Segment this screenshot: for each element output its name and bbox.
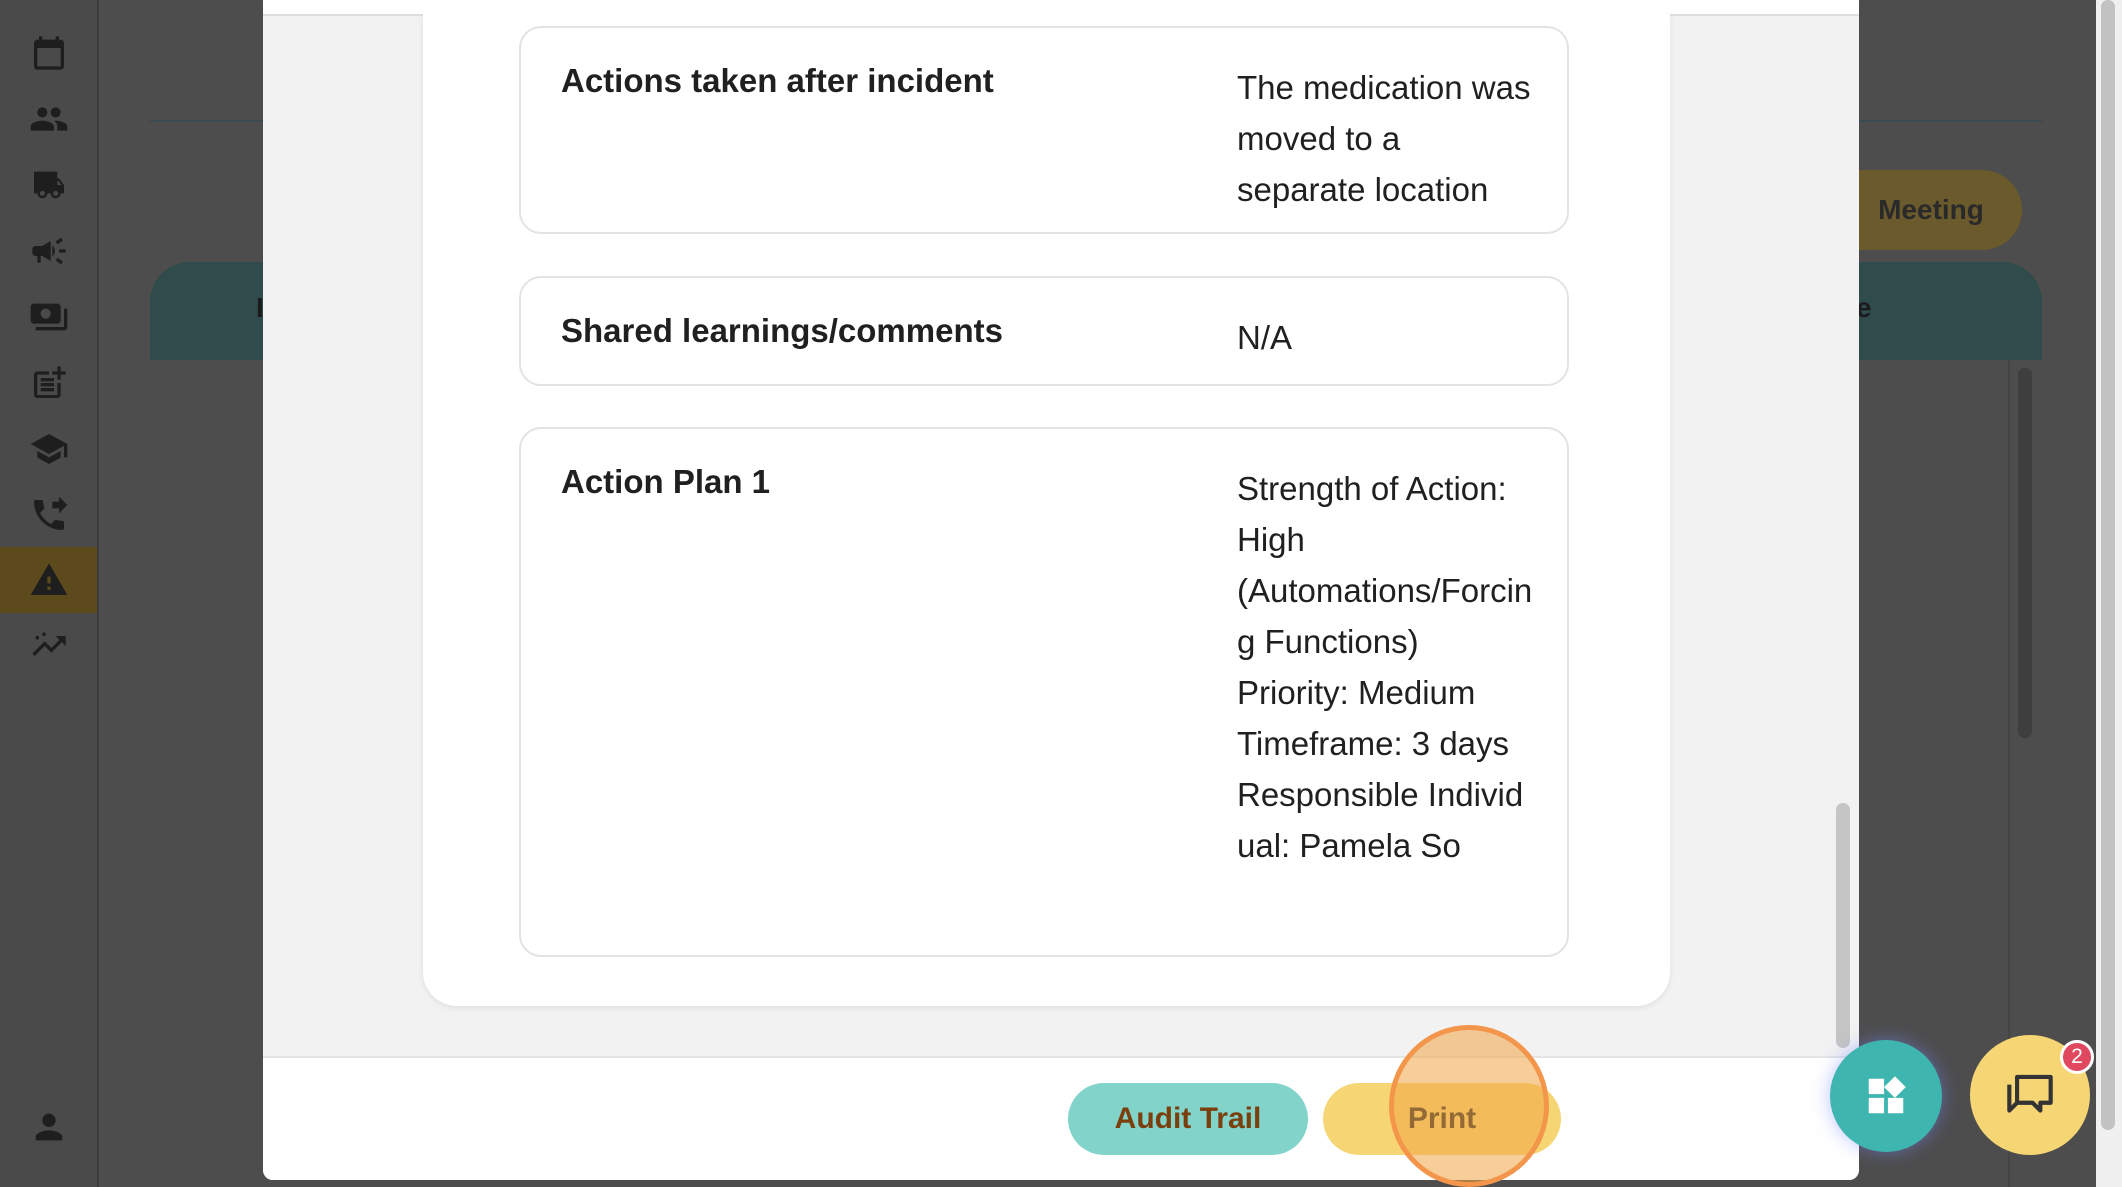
detail-row-action-plan: Action Plan 1 Strength of Action: High (… xyxy=(519,427,1569,957)
note-add-icon xyxy=(33,366,66,398)
calendar-icon xyxy=(33,36,64,70)
sidebar-item-incidents[interactable] xyxy=(0,547,97,613)
detail-value: Strength of Action: High (Automations/Fo… xyxy=(1237,470,1533,864)
phone-forward-icon xyxy=(33,496,67,530)
print-button[interactable]: Print xyxy=(1323,1083,1561,1155)
audit-trail-button[interactable]: Audit Trail xyxy=(1068,1083,1308,1155)
sidebar-item-calendar[interactable] xyxy=(0,20,97,86)
widgets-icon xyxy=(1868,1076,1906,1114)
sidebar-item-profile[interactable] xyxy=(0,1094,97,1160)
warning-icon xyxy=(30,563,67,595)
app-root: Meeting I e Actions taken after incident… xyxy=(0,0,2122,1187)
modal-body: Actions taken after incident The medicat… xyxy=(263,0,1859,1056)
detail-label: Shared learnings/comments xyxy=(561,312,1003,349)
detail-label: Actions taken after incident xyxy=(561,62,994,99)
modal-footer xyxy=(263,1056,1859,1180)
megaphone-icon xyxy=(31,237,66,265)
money-icon xyxy=(30,303,67,331)
sidebar-item-delivery[interactable] xyxy=(0,152,97,218)
page-scrollbar-thumb[interactable] xyxy=(2101,0,2115,1130)
sidebar-item-billing[interactable] xyxy=(0,284,97,350)
sidebar-item-announcements[interactable] xyxy=(0,218,97,284)
detail-row-shared-learnings: Shared learnings/comments N/A xyxy=(519,276,1569,386)
chat-notification-badge: 2 xyxy=(2060,1040,2094,1074)
sidebar-item-notes[interactable] xyxy=(0,350,97,416)
sidebar-item-training[interactable] xyxy=(0,416,97,482)
incident-details-modal: Actions taken after incident The medicat… xyxy=(263,0,1859,1180)
chat-icon xyxy=(2007,1074,2053,1113)
detail-label: Action Plan 1 xyxy=(561,463,771,500)
sidebar-item-people[interactable] xyxy=(0,86,97,152)
background-scrollbar[interactable] xyxy=(2018,368,2032,738)
sidebar xyxy=(0,0,99,1187)
graduation-cap-icon xyxy=(30,434,67,464)
person-icon xyxy=(35,1113,62,1141)
apps-button[interactable] xyxy=(1830,1040,1942,1152)
trending-icon xyxy=(31,632,66,656)
sidebar-item-calls[interactable] xyxy=(0,482,97,548)
detail-row-actions-taken: Actions taken after incident The medicat… xyxy=(519,26,1569,234)
people-icon xyxy=(30,107,67,131)
detail-value: N/A xyxy=(1237,319,1293,356)
sidebar-item-analytics[interactable] xyxy=(0,613,97,679)
detail-value: The medication was moved to a separate l… xyxy=(1237,69,1531,208)
truck-icon xyxy=(33,171,64,199)
incident-details-card: Actions taken after incident The medicat… xyxy=(423,14,1670,1006)
modal-scrollbar-thumb[interactable] xyxy=(1836,803,1850,1048)
